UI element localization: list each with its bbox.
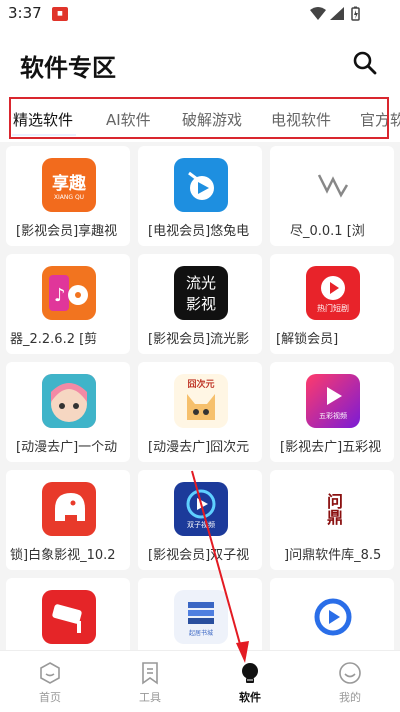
app-card[interactable] [6, 578, 130, 650]
white-elephant-icon [42, 482, 96, 536]
app-name: 锁]白象影视_10.2 [10, 548, 116, 563]
wifi-icon [310, 7, 326, 20]
app-card[interactable]: 囧次元 [动漫去广]囧次元 [138, 362, 262, 462]
lightbulb-icon [242, 663, 258, 683]
home-hexagon-icon [40, 662, 60, 684]
status-time: 3:37 [8, 4, 42, 22]
nav-home[interactable]: 首页 [20, 651, 80, 712]
battery-icon [351, 6, 360, 21]
liuguang-logo-icon: 流光 影视 [174, 266, 228, 320]
app-card[interactable]: 问鼎 ]问鼎软件库_8.5 [270, 470, 394, 570]
app-card[interactable]: [动漫去广]一个动 [6, 362, 130, 462]
app-card[interactable]: 双子视频 [影视会员]双子视 [138, 470, 262, 570]
nav-profile[interactable]: 我的 [320, 651, 380, 712]
wucai-play-icon: 五彩视频 [306, 374, 360, 428]
music-film-icon: ♪ [42, 266, 96, 320]
app-card[interactable]: 流光 影视 [影视会员]流光影 [138, 254, 262, 354]
app-card[interactable]: 锁]白象影视_10.2 [6, 470, 130, 570]
category-tabs: 精选软件 AI软件 破解游戏 电视软件 官方软 [0, 96, 400, 142]
app-name: [解锁会员] [276, 332, 339, 347]
app-card[interactable]: 尽_0.0.1 [浏 [270, 146, 394, 246]
signal-icon [330, 7, 344, 20]
app-name: 尽_0.0.1 [浏 [290, 224, 365, 239]
app-name: [影视会员]流光影 [148, 332, 250, 347]
shuangzi-play-icon: 双子视频 [174, 482, 228, 536]
tab-ai[interactable]: AI软件 [106, 109, 151, 130]
app-grid: 享趣 XIANG QU [影视会员]享趣视 [电视会员]悠兔电 尽_0.0.1 … [0, 142, 400, 650]
app-name: [影视会员]双子视 [148, 548, 250, 563]
app-name: [影视去广]五彩视 [280, 440, 382, 455]
app-name: [动漫去广]一个动 [16, 440, 118, 455]
hot-short-drama-icon: 热门短剧 [306, 266, 360, 320]
tab-tv[interactable]: 电视软件 [271, 109, 331, 130]
page-title: 软件专区 [20, 54, 116, 82]
nav-software[interactable]: 软件 [220, 651, 280, 712]
blue-replay-icon [306, 590, 360, 644]
search-icon[interactable] [352, 50, 378, 76]
status-bar: 3:37 ■ [0, 0, 400, 28]
wending-calligraphy-icon: 问鼎 [306, 482, 360, 536]
page-header: 软件专区 [0, 28, 400, 96]
books-icon: 起居书城 [174, 590, 228, 644]
nav-label: 首页 [39, 691, 61, 704]
bottom-nav: 首页 工具 软件 我的 [0, 650, 400, 712]
nav-label: 工具 [139, 691, 161, 704]
tab-cracked-games[interactable]: 破解游戏 [182, 109, 242, 130]
zigzag-line-icon [306, 158, 360, 212]
tab-featured[interactable]: 精选软件 [13, 109, 73, 130]
app-name: 器_2.2.6.2 [剪 [10, 332, 98, 347]
app-name: [电视会员]悠兔电 [148, 224, 250, 239]
anime-girl-icon [42, 374, 96, 428]
app-card[interactable]: 五彩视频 [影视去广]五彩视 [270, 362, 394, 462]
jiongciyuan-fox-icon: 囧次元 [174, 374, 228, 428]
bookmark-tool-icon [142, 662, 158, 685]
svg-text:♪: ♪ [54, 285, 66, 306]
youtu-bird-play-icon [174, 158, 228, 212]
smiley-profile-icon [339, 662, 361, 684]
app-card[interactable] [270, 578, 394, 650]
tab-official[interactable]: 官方软 [360, 109, 400, 130]
app-name: [影视会员]享趣视 [16, 224, 118, 239]
app-name: [动漫去广]囧次元 [148, 440, 250, 455]
nav-label: 软件 [239, 691, 261, 704]
active-tab-indicator [12, 134, 76, 136]
app-card[interactable]: ♪ 器_2.2.6.2 [剪 [6, 254, 130, 354]
app-card[interactable]: [电视会员]悠兔电 [138, 146, 262, 246]
app-card[interactable]: 热门短剧 [解锁会员] [270, 254, 394, 354]
nav-tools[interactable]: 工具 [120, 651, 180, 712]
app-card[interactable]: 享趣 XIANG QU [影视会员]享趣视 [6, 146, 130, 246]
app-notification-icon: ■ [52, 7, 68, 21]
xiangqu-logo-icon: 享趣 XIANG QU [42, 158, 96, 212]
app-card[interactable]: 起居书城 [138, 578, 262, 650]
nav-label: 我的 [339, 691, 361, 704]
app-name: ]问鼎软件库_8.5 [284, 548, 382, 563]
status-icons [310, 6, 360, 21]
security-camera-icon [42, 590, 96, 644]
